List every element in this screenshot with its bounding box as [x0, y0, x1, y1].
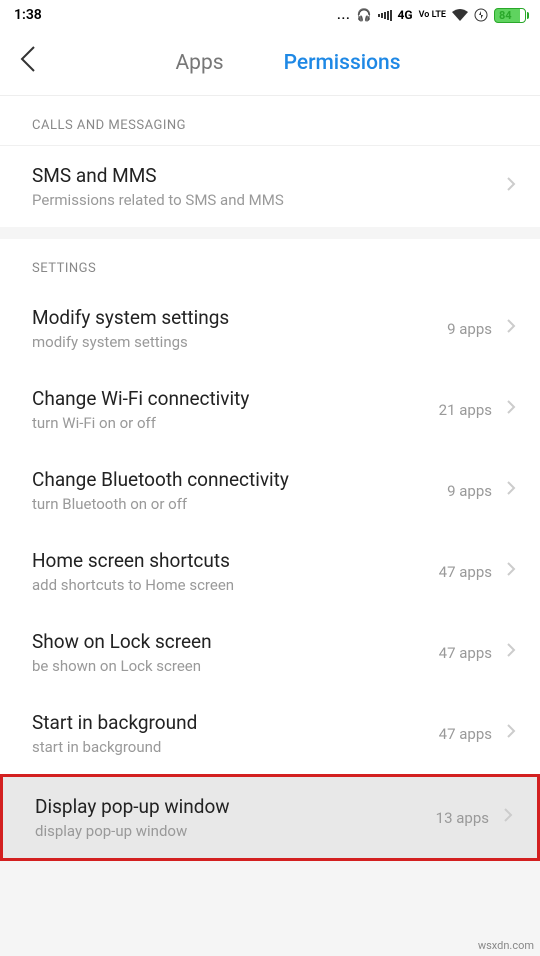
item-subtitle: modify system settings	[32, 333, 447, 351]
chevron-right-icon	[503, 807, 513, 828]
item-value: 47 apps	[439, 644, 492, 662]
section-divider	[0, 227, 540, 239]
item-title: Display pop-up window	[35, 795, 436, 818]
wifi-icon	[452, 9, 468, 21]
section-calls: CALLS AND MESSAGING SMS and MMS Permissi…	[0, 96, 540, 227]
item-title: Change Bluetooth connectivity	[32, 468, 447, 491]
item-title: Show on Lock screen	[32, 630, 439, 653]
item-value: 47 apps	[439, 725, 492, 743]
section-header-calls: CALLS AND MESSAGING	[0, 96, 540, 146]
section-settings: SETTINGS Modify system settings modify s…	[0, 239, 540, 861]
status-bar: 1:38 ... 🎧 4G Vo LTE 84	[0, 0, 540, 30]
item-home-shortcuts[interactable]: Home screen shortcuts add shortcuts to H…	[0, 531, 540, 612]
status-icons: ... 🎧 4G Vo LTE 84	[337, 8, 526, 23]
chevron-right-icon	[506, 176, 516, 197]
item-bluetooth[interactable]: Change Bluetooth connectivity turn Bluet…	[0, 450, 540, 531]
item-subtitle: display pop-up window	[35, 822, 436, 840]
chevron-right-icon	[506, 642, 516, 663]
item-modify-system[interactable]: Modify system settings modify system set…	[0, 288, 540, 369]
item-subtitle: add shortcuts to Home screen	[32, 576, 439, 594]
item-subtitle: turn Wi-Fi on or off	[32, 414, 439, 432]
item-value: 47 apps	[439, 563, 492, 581]
section-header-settings: SETTINGS	[0, 239, 540, 288]
battery-icon: 84	[494, 8, 526, 23]
item-sms-mms[interactable]: SMS and MMS Permissions related to SMS a…	[0, 146, 540, 227]
item-value: 9 apps	[447, 320, 492, 338]
headphone-icon: 🎧	[357, 8, 372, 22]
chevron-right-icon	[506, 723, 516, 744]
more-icon: ...	[337, 8, 350, 22]
item-title: Change Wi-Fi connectivity	[32, 387, 439, 410]
item-start-background[interactable]: Start in background start in background …	[0, 693, 540, 774]
watermark: wsxdn.com	[478, 939, 534, 952]
item-popup-window[interactable]: Display pop-up window display pop-up win…	[0, 774, 540, 861]
back-icon[interactable]	[20, 45, 36, 80]
item-value: 21 apps	[439, 401, 492, 419]
tabs: Apps Permissions	[56, 51, 520, 75]
item-subtitle: be shown on Lock screen	[32, 657, 439, 675]
item-value: 13 apps	[436, 809, 489, 827]
item-title: Modify system settings	[32, 306, 447, 329]
volte-icon: Vo LTE	[419, 11, 446, 20]
status-time: 1:38	[14, 7, 42, 23]
signal-icon	[378, 9, 392, 21]
item-lock-screen[interactable]: Show on Lock screen be shown on Lock scr…	[0, 612, 540, 693]
item-title: SMS and MMS	[32, 164, 506, 187]
chevron-right-icon	[506, 561, 516, 582]
tab-apps[interactable]: Apps	[175, 51, 223, 75]
item-wifi[interactable]: Change Wi-Fi connectivity turn Wi-Fi on …	[0, 369, 540, 450]
item-subtitle: turn Bluetooth on or off	[32, 495, 447, 513]
header: Apps Permissions	[0, 30, 540, 96]
item-value: 9 apps	[447, 482, 492, 500]
network-label: 4G	[398, 8, 413, 22]
tab-permissions[interactable]: Permissions	[284, 51, 401, 75]
chevron-right-icon	[506, 480, 516, 501]
item-subtitle: start in background	[32, 738, 439, 756]
item-title: Start in background	[32, 711, 439, 734]
item-subtitle: Permissions related to SMS and MMS	[32, 191, 506, 209]
charging-icon	[474, 8, 488, 22]
item-title: Home screen shortcuts	[32, 549, 439, 572]
chevron-right-icon	[506, 318, 516, 339]
chevron-right-icon	[506, 399, 516, 420]
